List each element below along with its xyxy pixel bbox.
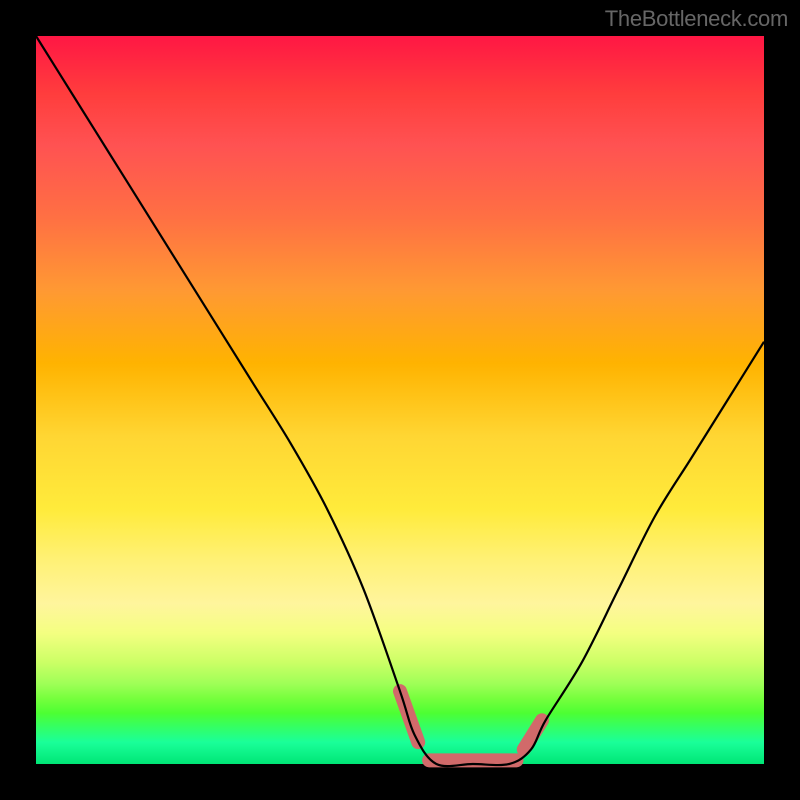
optimal-zone-marker [400, 691, 542, 760]
chart-svg [0, 0, 800, 800]
bottleneck-curve [36, 36, 764, 766]
watermark-text: TheBottleneck.com [605, 6, 788, 32]
chart-container: TheBottleneck.com [0, 0, 800, 800]
